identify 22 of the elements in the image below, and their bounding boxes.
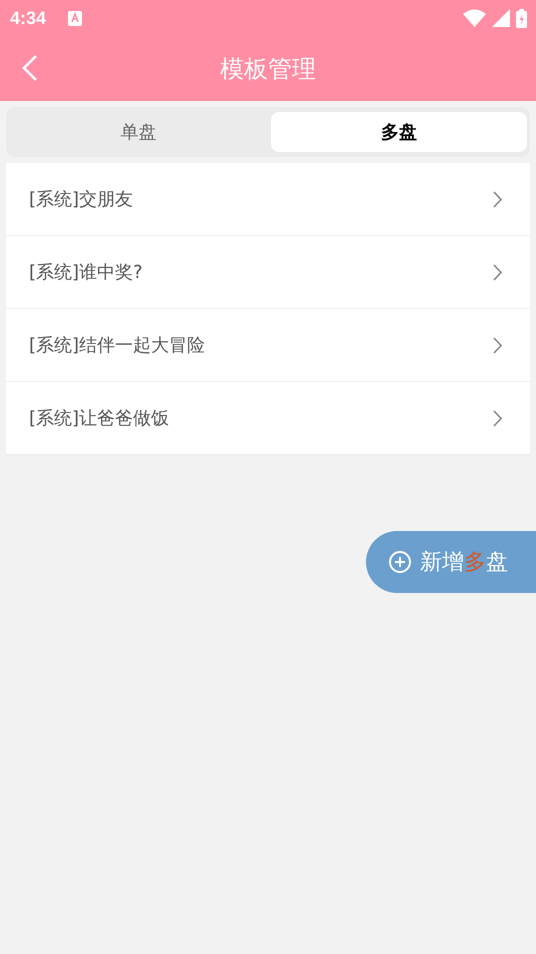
battery-icon (516, 8, 527, 28)
chevron-right-icon (493, 190, 502, 208)
template-name: [系统]交朋友 (29, 188, 134, 211)
template-name: [系统]让爸爸做饭 (29, 407, 170, 430)
template-item[interactable]: [系统]让爸爸做饭 (6, 382, 530, 455)
template-name: [系统]结伴一起大冒险 (29, 334, 206, 357)
tab[interactable]: 单盘 (10, 112, 266, 152)
tab[interactable]: 多盘 (270, 112, 527, 152)
chevron-right-icon (493, 264, 502, 280)
page-title: 模板管理 (220, 54, 316, 84)
back-icon (22, 54, 38, 82)
template-name: [系统]谁中奖? (29, 261, 143, 284)
chevron-right-icon (493, 336, 502, 354)
chevron-right-icon (493, 410, 502, 426)
notification-icon (68, 10, 82, 26)
signal-icon (492, 9, 510, 27)
template-item[interactable]: [系统]交朋友 (6, 163, 530, 236)
status-time: 4:34 (10, 8, 46, 28)
template-item[interactable]: [系统]谁中奖? (6, 236, 530, 309)
template-item[interactable]: [系统]结伴一起大冒险 (6, 309, 530, 382)
wifi-icon (463, 9, 486, 27)
add-circle-icon (388, 550, 412, 574)
